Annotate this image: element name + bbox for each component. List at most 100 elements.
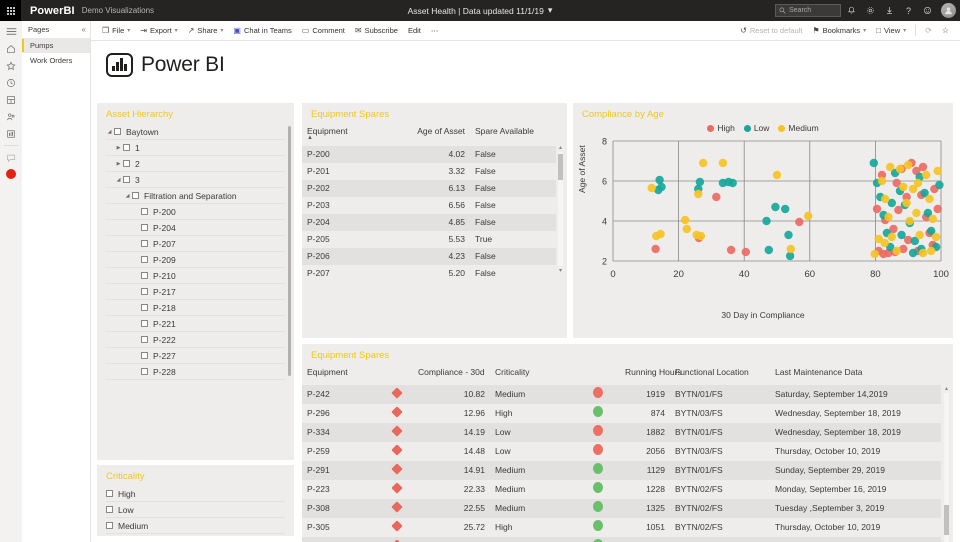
view-button[interactable]: □ View ▾ bbox=[871, 23, 911, 39]
nav-shared-with-me[interactable] bbox=[0, 108, 22, 125]
data-point-high[interactable] bbox=[918, 162, 928, 172]
criticality-option-medium[interactable]: Medium bbox=[106, 518, 285, 534]
refresh-button[interactable]: ⟳ bbox=[920, 23, 937, 39]
data-point-high[interactable] bbox=[651, 244, 660, 254]
criticality-checkbox[interactable] bbox=[106, 522, 113, 529]
data-point-low[interactable] bbox=[728, 178, 737, 188]
table-row[interactable]: P-206 4.23 False bbox=[302, 248, 556, 265]
data-point-medium[interactable] bbox=[895, 164, 905, 174]
search-input[interactable]: Search bbox=[775, 4, 841, 17]
data-point-medium[interactable] bbox=[925, 194, 934, 204]
workspace-name[interactable]: Demo Visualizations bbox=[82, 6, 154, 15]
nav-home[interactable] bbox=[0, 40, 22, 57]
legend-item-high[interactable]: High bbox=[707, 123, 735, 133]
criticality-checkbox[interactable] bbox=[106, 490, 113, 497]
notifications-icon[interactable] bbox=[843, 2, 860, 19]
hierarchy-checkbox[interactable] bbox=[141, 288, 148, 295]
nav-apps[interactable] bbox=[0, 91, 22, 108]
legend-item-low[interactable]: Low bbox=[743, 123, 769, 133]
table-row[interactable]: P-291 14.91 Medium 1129 BYTN/01/FS Sunday, Se… bbox=[302, 461, 941, 480]
column-header[interactable]: Running Hours bbox=[620, 365, 682, 385]
data-point-medium[interactable] bbox=[647, 183, 656, 193]
edit-button[interactable]: Edit bbox=[403, 23, 426, 39]
table-row[interactable]: P-305 25.72 High 1051 BYTN/02/FS Thursday, Oc… bbox=[302, 518, 941, 537]
data-point-medium[interactable] bbox=[933, 166, 942, 176]
data-point-low[interactable] bbox=[897, 230, 906, 240]
app-launcher-button[interactable] bbox=[0, 0, 21, 21]
hierarchy-checkbox[interactable] bbox=[141, 368, 148, 375]
data-point-medium[interactable] bbox=[877, 176, 887, 186]
data-point-medium[interactable] bbox=[786, 244, 795, 254]
data-point-medium[interactable] bbox=[892, 246, 901, 256]
criticality-options[interactable]: High Low Medium bbox=[97, 486, 294, 534]
hierarchy-row[interactable]: ◢ Baytown bbox=[105, 124, 285, 140]
hierarchy-row[interactable]: P-204 bbox=[105, 220, 285, 236]
data-point-medium[interactable] bbox=[904, 160, 913, 170]
hierarchy-checkbox[interactable] bbox=[114, 128, 121, 135]
chart-legend[interactable]: High Low Medium bbox=[573, 123, 953, 133]
table-row[interactable]: P-203 6.56 False bbox=[302, 197, 556, 214]
hierarchy-row[interactable]: ▶ 2 bbox=[105, 156, 285, 172]
hierarchy-checkbox[interactable] bbox=[141, 336, 148, 343]
data-point-low[interactable] bbox=[781, 204, 790, 214]
column-header[interactable]: Equipment bbox=[302, 365, 376, 385]
chat-in-teams-button[interactable]: ▣ Chat in Teams bbox=[228, 23, 296, 39]
page-item-work-orders[interactable]: Work Orders bbox=[22, 53, 90, 68]
table-row[interactable]: P-296 12.96 High 874 BYTN/03/FS Wednesday, Se… bbox=[302, 404, 941, 423]
hierarchy-row[interactable]: P-207 bbox=[105, 236, 285, 252]
hierarchy-checkbox[interactable] bbox=[123, 160, 130, 167]
export-button[interactable]: ⇥ Export ▾ bbox=[135, 23, 182, 39]
hierarchy-checkbox[interactable] bbox=[141, 272, 148, 279]
data-point-medium[interactable] bbox=[694, 189, 703, 199]
scroll-up-arrow-icon[interactable]: ▴ bbox=[559, 144, 562, 151]
data-point-high[interactable] bbox=[726, 245, 736, 255]
spares-top-scrollbar[interactable]: ▴ ▾ bbox=[557, 144, 564, 274]
hierarchy-checkbox[interactable] bbox=[141, 256, 148, 263]
comment-button[interactable]: ▭ Comment bbox=[297, 23, 350, 39]
table-row[interactable]: P-201 3.32 False bbox=[302, 163, 556, 180]
table-row[interactable]: P-259 14.48 Low 2056 BYTN/03/FS Thursday, Oct… bbox=[302, 442, 941, 461]
table-row[interactable]: P-200 4.02 False bbox=[302, 146, 556, 163]
hierarchy-row[interactable]: P-222 bbox=[105, 332, 285, 348]
table-header-row[interactable]: Equipment ▲ Age of Asset Spare Available bbox=[302, 124, 556, 146]
data-point-medium[interactable] bbox=[918, 248, 928, 258]
data-point-medium[interactable] bbox=[884, 212, 893, 222]
data-point-low[interactable] bbox=[935, 180, 944, 190]
hierarchy-row[interactable]: ▶ 1 bbox=[105, 140, 285, 156]
more-options-button[interactable]: ⋯ bbox=[426, 23, 444, 39]
settings-icon[interactable] bbox=[862, 2, 879, 19]
hierarchy-row[interactable]: P-200 bbox=[105, 204, 285, 220]
hierarchy-row[interactable]: P-228 bbox=[105, 364, 285, 380]
spares-bottom-grid[interactable]: Equipment Compliance - 30d Criticality Runn… bbox=[302, 365, 953, 542]
product-brand-name[interactable]: PowerBI bbox=[30, 5, 75, 17]
scatter-plot[interactable]: 24680 20 40 60 80 100 bbox=[573, 133, 953, 303]
criticality-option-high[interactable]: High bbox=[106, 486, 285, 502]
table-row[interactable]: P-308 22.55 Medium 1325 BYTN/02/FS Tuesday ,S… bbox=[302, 499, 941, 518]
table-row[interactable]: P-207 5.20 False bbox=[302, 265, 556, 282]
hierarchy-row[interactable]: P-217 bbox=[105, 284, 285, 300]
hierarchy-row[interactable]: ◢ 3 bbox=[105, 172, 285, 188]
asset-hierarchy-scrollbar[interactable] bbox=[288, 126, 291, 376]
expand-collapse-icon[interactable]: ▶ bbox=[114, 161, 123, 167]
collapse-pages-pane-icon[interactable]: « bbox=[82, 25, 86, 34]
table-row[interactable]: P-205 5.53 True bbox=[302, 231, 556, 248]
column-header[interactable]: Criticality bbox=[490, 365, 576, 385]
hierarchy-checkbox[interactable] bbox=[123, 176, 130, 183]
data-point-low[interactable] bbox=[771, 202, 780, 212]
asset-hierarchy-list[interactable]: ◢ Baytown ▶ 1 ▶ 2 ◢ 3 ◢ Filtration and Separation… bbox=[97, 124, 294, 430]
criticality-checkbox[interactable] bbox=[106, 506, 113, 513]
nav-workspaces[interactable] bbox=[0, 125, 22, 142]
spares-top-grid[interactable]: Equipment ▲ Age of Asset Spare Available P-… bbox=[302, 124, 567, 282]
data-point-medium[interactable] bbox=[922, 170, 931, 180]
data-point-medium[interactable] bbox=[902, 198, 911, 208]
hierarchy-checkbox[interactable] bbox=[132, 192, 139, 199]
workspace-color-dot-icon[interactable] bbox=[6, 169, 16, 179]
data-point-medium[interactable] bbox=[804, 211, 813, 221]
data-point-medium[interactable] bbox=[905, 216, 914, 226]
table-row[interactable]: P-202 6.13 False bbox=[302, 180, 556, 197]
column-header[interactable]: Functional Location bbox=[670, 365, 770, 385]
data-point-medium[interactable] bbox=[880, 238, 889, 248]
data-point-medium[interactable] bbox=[928, 214, 937, 224]
bookmarks-button[interactable]: ⚑ Bookmarks ▾ bbox=[807, 23, 871, 39]
data-point-medium[interactable] bbox=[886, 162, 895, 172]
